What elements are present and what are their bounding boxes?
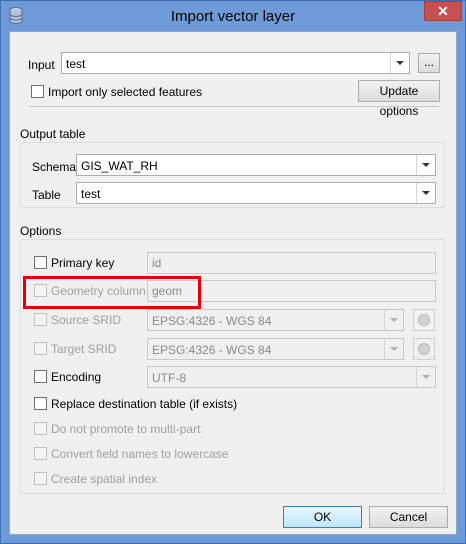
primary-key-label: Primary key bbox=[51, 256, 115, 270]
schema-combo[interactable]: GIS_WAT_RH bbox=[76, 154, 436, 176]
globe-icon bbox=[418, 314, 430, 326]
table-combo[interactable]: test bbox=[76, 182, 436, 204]
cancel-button[interactable]: Cancel bbox=[369, 506, 448, 528]
no-multipart-checkbox[interactable] bbox=[34, 422, 47, 435]
primary-key-field[interactable]: id bbox=[147, 252, 436, 274]
encoding-checkbox[interactable] bbox=[34, 370, 47, 383]
target-srid-value: EPSG:4326 - WGS 84 bbox=[152, 343, 272, 357]
chevron-down-icon[interactable] bbox=[384, 310, 403, 330]
source-srid-checkbox[interactable] bbox=[34, 313, 47, 326]
lowercase-label: Convert field names to lowercase bbox=[51, 447, 229, 461]
replace-table-label: Replace destination table (if exists) bbox=[51, 397, 238, 411]
chevron-down-icon[interactable] bbox=[416, 183, 435, 203]
close-button[interactable]: ✕ bbox=[424, 1, 462, 21]
source-crs-button[interactable] bbox=[413, 309, 435, 331]
options-section-label: Options bbox=[20, 224, 62, 238]
update-options-button[interactable]: Update options bbox=[358, 80, 440, 118]
schema-value: GIS_WAT_RH bbox=[81, 159, 158, 173]
input-label: Input bbox=[28, 58, 55, 72]
encoding-label: Encoding bbox=[51, 370, 102, 384]
spatial-index-label: Create spatial index bbox=[51, 472, 158, 486]
window-title: Import vector layer bbox=[170, 8, 296, 25]
import-selected-label: Import only selected features bbox=[48, 85, 203, 99]
table-value: test bbox=[81, 187, 101, 201]
chevron-down-icon[interactable] bbox=[390, 53, 409, 73]
source-srid-combo[interactable]: EPSG:4326 - WGS 84 bbox=[147, 309, 404, 331]
encoding-combo[interactable]: UTF-8 bbox=[147, 366, 436, 388]
import-vector-layer-dialog: Import vector layer ✕ Input test ... Imp… bbox=[0, 0, 466, 544]
chevron-down-icon[interactable] bbox=[384, 339, 403, 359]
import-selected-checkbox[interactable] bbox=[31, 85, 44, 98]
schema-label: Schema bbox=[32, 160, 77, 174]
replace-table-checkbox[interactable] bbox=[34, 397, 47, 410]
browse-button[interactable]: ... bbox=[418, 53, 440, 73]
encoding-value: UTF-8 bbox=[152, 371, 186, 385]
divider bbox=[29, 106, 439, 107]
chevron-down-icon[interactable] bbox=[416, 367, 435, 387]
input-layer-value: test bbox=[66, 57, 86, 71]
input-layer-combo[interactable]: test bbox=[61, 52, 410, 74]
highlight-annotation bbox=[23, 276, 201, 309]
target-crs-button[interactable] bbox=[413, 338, 435, 360]
table-label: Table bbox=[32, 188, 61, 202]
output-table-section-label: Output table bbox=[20, 127, 86, 141]
target-srid-label: Target SRID bbox=[51, 342, 117, 356]
target-srid-checkbox[interactable] bbox=[34, 342, 47, 355]
ok-button[interactable]: OK bbox=[283, 506, 362, 528]
dialog-body: Input test ... Import only selected feat… bbox=[9, 31, 457, 535]
primary-key-checkbox[interactable] bbox=[34, 256, 47, 269]
lowercase-checkbox[interactable] bbox=[34, 447, 47, 460]
no-multipart-label: Do not promote to multi-part bbox=[51, 422, 201, 436]
title-bar[interactable]: Import vector layer ✕ bbox=[1, 1, 465, 31]
source-srid-label: Source SRID bbox=[51, 313, 122, 327]
target-srid-combo[interactable]: EPSG:4326 - WGS 84 bbox=[147, 338, 404, 360]
spatial-index-checkbox[interactable] bbox=[34, 472, 47, 485]
globe-icon bbox=[418, 343, 430, 355]
source-srid-value: EPSG:4326 - WGS 84 bbox=[152, 314, 272, 328]
chevron-down-icon[interactable] bbox=[416, 155, 435, 175]
